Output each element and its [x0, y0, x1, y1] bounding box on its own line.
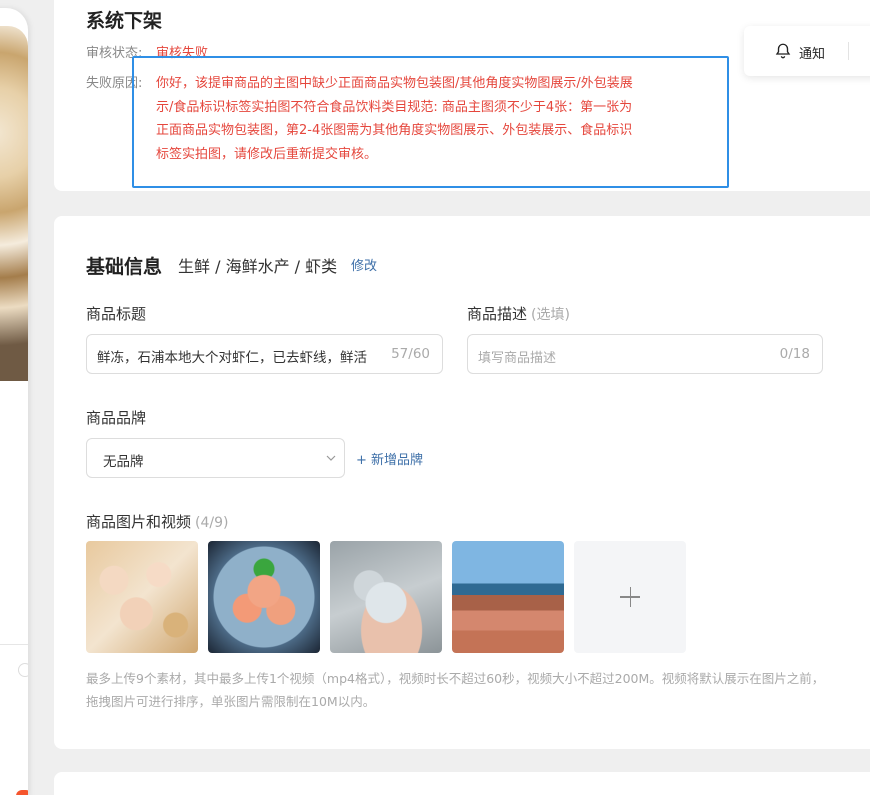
media-label: 商品图片和视频 (4/9) — [86, 511, 228, 532]
product-title-input[interactable]: 鲜冻，石浦本地大个对虾仁，已去虾线，鲜活 57/60 — [86, 334, 443, 374]
media-thumb-1[interactable] — [86, 541, 198, 653]
media-thumb-4[interactable] — [452, 541, 564, 653]
media-thumb-3[interactable] — [330, 541, 442, 653]
optional-tag: (选填) — [531, 307, 570, 323]
bell-icon — [775, 43, 791, 59]
add-brand-link[interactable]: + 新增品牌 — [356, 449, 423, 468]
phone-preview-panel — [0, 8, 28, 795]
media-label-text: 商品图片和视频 — [86, 513, 192, 531]
brand-label: 商品品牌 — [86, 409, 147, 427]
brand-selected-value[interactable]: 无品牌 — [103, 450, 144, 470]
brand-select[interactable]: 无品牌 — [86, 438, 345, 478]
preview-image — [0, 26, 28, 381]
plus-icon-vertical — [629, 587, 631, 607]
notify-panel[interactable]: 通知 — [744, 26, 870, 76]
media-upload-hint: 最多上传9个素材，其中最多上传1个视频（mp4格式），视频时长不超过60秒，视频… — [86, 671, 825, 709]
notify-label[interactable]: 通知 — [799, 43, 825, 62]
media-count: (4/9) — [195, 515, 229, 531]
preview-action-badge[interactable] — [16, 790, 28, 795]
next-section-card — [54, 772, 870, 795]
product-desc-label-text: 商品描述 — [467, 305, 528, 323]
reason-highlight-box — [132, 56, 729, 188]
product-desc-input[interactable]: 填写商品描述 0/18 — [467, 334, 823, 374]
product-title-value[interactable]: 鲜冻，石浦本地大个对虾仁，已去虾线，鲜活 — [97, 346, 377, 366]
chevron-down-icon — [326, 455, 336, 461]
product-title-label: 商品标题 — [86, 305, 147, 323]
notify-divider — [848, 42, 849, 60]
add-media-button[interactable] — [574, 541, 686, 653]
modify-category-link[interactable]: 修改 — [351, 255, 377, 274]
takedown-title: 系统下架 — [86, 10, 163, 32]
basic-info-title: 基础信息 — [86, 256, 163, 278]
product-desc-placeholder[interactable]: 填写商品描述 — [478, 347, 556, 366]
product-title-count: 57/60 — [391, 346, 430, 362]
product-desc-label: 商品描述 (选填) — [467, 303, 570, 324]
preview-indicator — [18, 663, 28, 677]
media-thumb-2[interactable] — [208, 541, 320, 653]
category-path: 生鲜 / 海鲜水产 / 虾类 — [178, 257, 338, 276]
basic-info-card: 基础信息 生鲜 / 海鲜水产 / 虾类 修改 商品标题 商品描述 (选填) 鲜冻，… — [54, 216, 870, 749]
preview-divider — [0, 644, 28, 645]
product-desc-count: 0/18 — [779, 346, 810, 362]
